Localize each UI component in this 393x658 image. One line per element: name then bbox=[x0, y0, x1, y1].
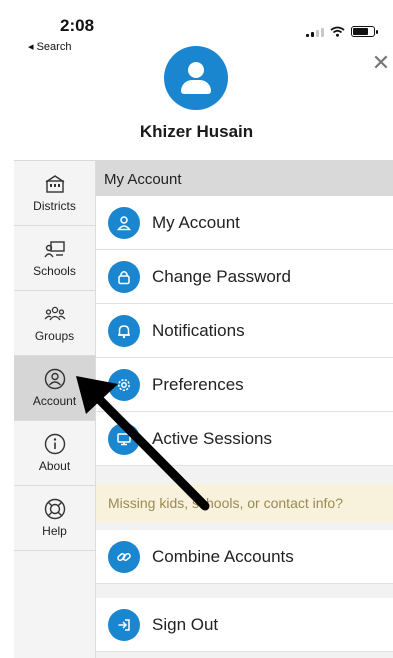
groups-icon bbox=[44, 303, 66, 325]
link-icon bbox=[108, 540, 140, 573]
menu-item-label: Notifications bbox=[152, 320, 245, 340]
sidebar-item-label: Help bbox=[42, 524, 67, 538]
menu-item-active-sessions[interactable]: Active Sessions bbox=[96, 412, 393, 466]
sidebar-item-label: Schools bbox=[33, 264, 76, 278]
menu-item-label: Combine Accounts bbox=[152, 546, 294, 566]
section-header: My Account bbox=[96, 160, 393, 196]
lock-icon bbox=[108, 260, 140, 293]
user-icon bbox=[108, 206, 140, 239]
help-lifebuoy-icon bbox=[44, 498, 66, 520]
user-name: Khizer Husain bbox=[139, 122, 254, 141]
menu-item-combine-accounts[interactable]: Combine Accounts bbox=[96, 530, 393, 584]
cellular-signal-icon bbox=[306, 27, 324, 37]
schools-icon bbox=[43, 238, 66, 260]
sidebar-item-schools[interactable]: Schools bbox=[14, 226, 95, 291]
menu-item-sign-out[interactable]: Sign Out bbox=[96, 598, 393, 652]
sidebar-item-label: About bbox=[38, 459, 71, 473]
monitor-icon bbox=[108, 422, 140, 455]
menu-item-label: Change Password bbox=[152, 266, 291, 286]
battery-icon bbox=[351, 26, 378, 37]
status-time: 2:08 bbox=[60, 16, 95, 35]
sidebar-item-help[interactable]: Help bbox=[14, 486, 95, 551]
menu-item-change-password[interactable]: Change Password bbox=[96, 250, 393, 304]
sidebar-item-label: Account bbox=[32, 394, 77, 408]
back-to-search-link[interactable]: ◂ Search bbox=[28, 40, 71, 53]
sidebar-item-label: Groups bbox=[34, 329, 75, 343]
sidebar-item-about[interactable]: About bbox=[14, 421, 95, 486]
status-icons bbox=[306, 26, 378, 37]
menu-item-notifications[interactable]: Notifications bbox=[96, 304, 393, 358]
menu-item-label: My Account bbox=[152, 212, 240, 232]
bell-icon bbox=[108, 314, 140, 347]
menu-item-my-account[interactable]: My Account bbox=[96, 196, 393, 250]
info-icon bbox=[44, 433, 66, 455]
account-menu: My Account My Account Change Password No… bbox=[96, 160, 393, 658]
districts-icon bbox=[44, 173, 66, 195]
menu-item-label: Active Sessions bbox=[152, 428, 272, 448]
user-silhouette-icon bbox=[188, 62, 204, 78]
menu-item-preferences[interactable]: Preferences bbox=[96, 358, 393, 412]
sidebar-item-label: Districts bbox=[33, 199, 76, 213]
wifi-icon bbox=[330, 26, 345, 37]
missing-info-notice[interactable]: Missing kids, schools, or contact info? bbox=[96, 484, 393, 522]
close-icon[interactable]: ✕ bbox=[369, 50, 393, 76]
sidebar-item-groups[interactable]: Groups bbox=[14, 291, 95, 356]
menu-item-label: Preferences bbox=[152, 374, 244, 394]
sidebar-nav: Districts Schools Groups Account About H… bbox=[14, 160, 96, 658]
menu-item-label: Sign Out bbox=[152, 614, 219, 634]
sign-out-icon bbox=[108, 608, 140, 641]
gear-icon bbox=[108, 368, 140, 401]
sidebar-item-account[interactable]: Account bbox=[14, 356, 95, 421]
profile-avatar bbox=[164, 46, 228, 110]
sidebar-item-districts[interactable]: Districts bbox=[14, 161, 95, 226]
account-icon bbox=[44, 368, 66, 390]
